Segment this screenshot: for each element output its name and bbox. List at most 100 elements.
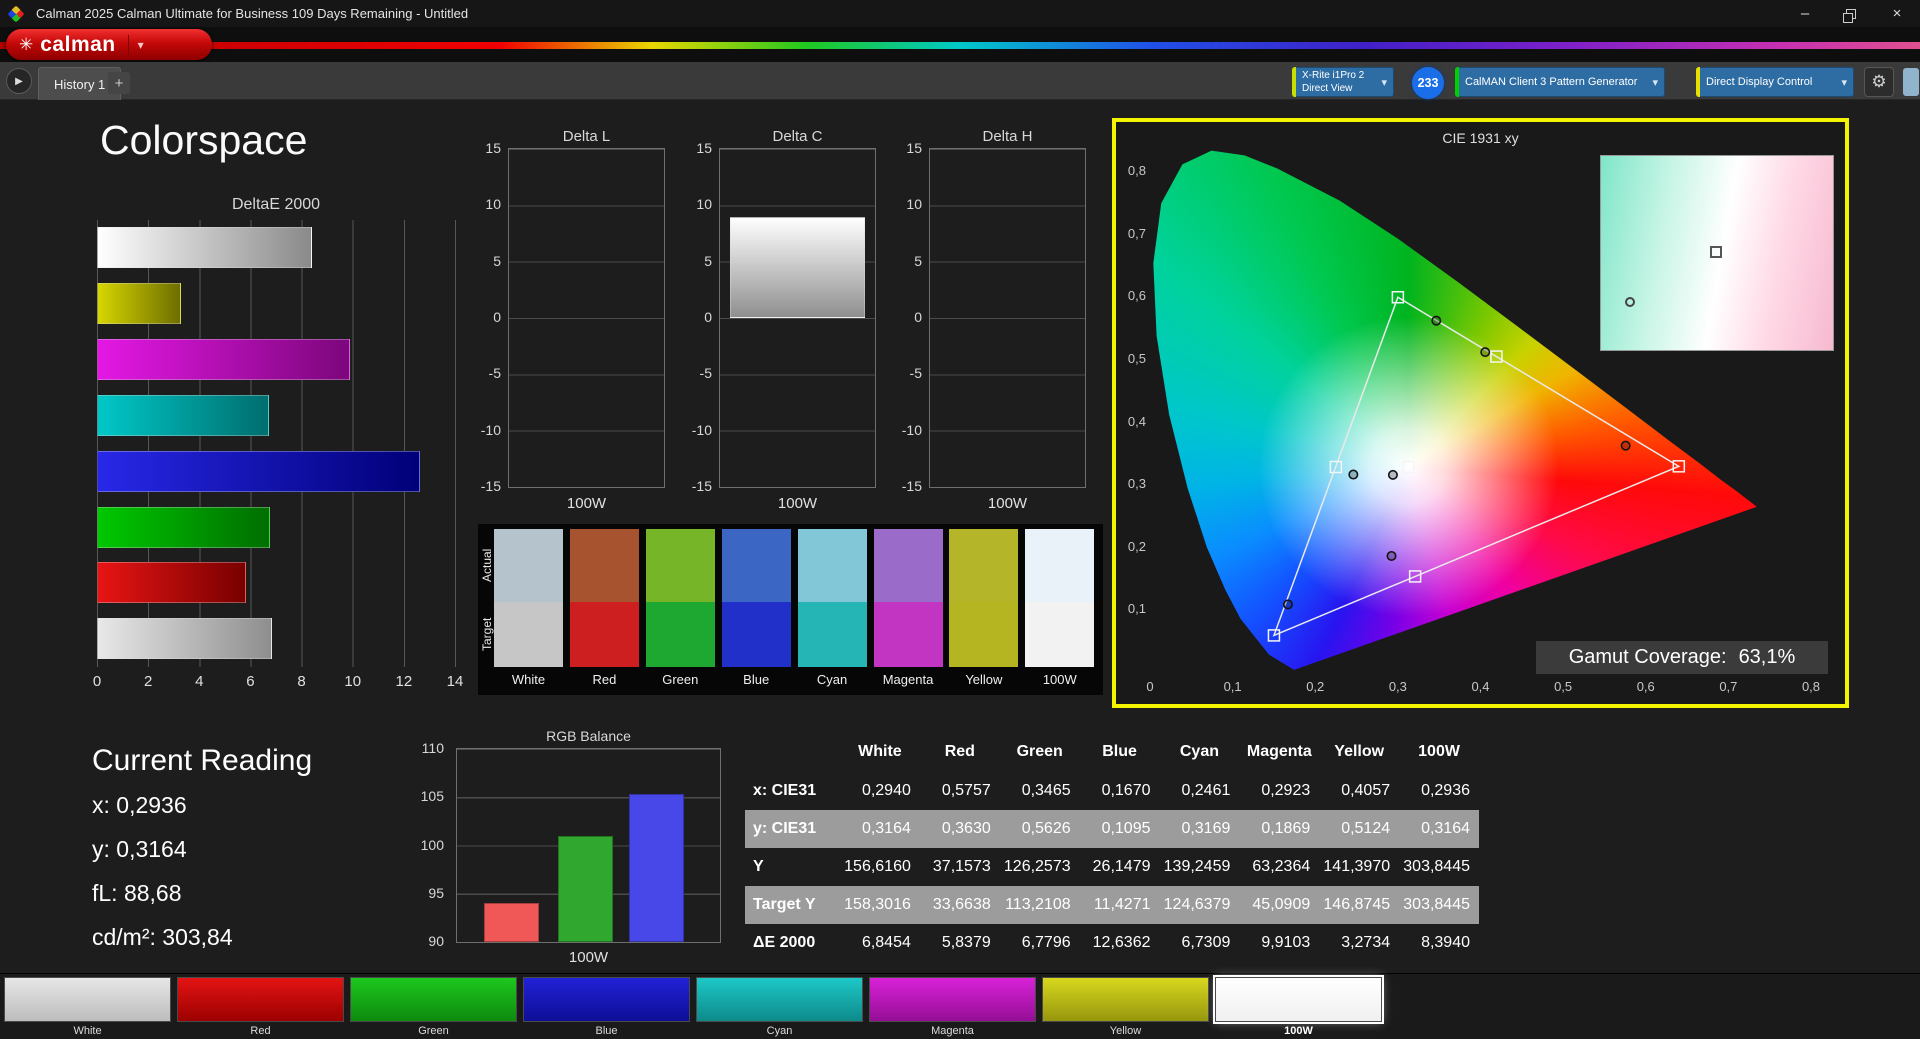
deltae-bar-chart bbox=[97, 220, 456, 667]
calman-logo-text: calman bbox=[40, 33, 115, 57]
actual-swatch bbox=[570, 529, 639, 602]
swatch-label: Blue bbox=[722, 672, 791, 687]
table-cell: 11,4271 bbox=[1080, 896, 1160, 914]
measured-marker bbox=[1621, 441, 1629, 449]
actual-row-label: Actual bbox=[480, 529, 494, 602]
window-title: Calman 2025 Calman Ultimate for Business… bbox=[36, 6, 468, 21]
rgb-balance-xlabel: 100W bbox=[456, 949, 721, 966]
reading-cdm2: cd/m²: 303,84 bbox=[92, 924, 233, 951]
delta-ytick: 0 bbox=[453, 309, 501, 325]
table-header-cell: Magenta bbox=[1239, 743, 1319, 761]
table-cell: 0,3630 bbox=[920, 820, 1000, 838]
swatch-label: Cyan bbox=[798, 672, 867, 687]
table-cell: 126,2573 bbox=[1000, 858, 1080, 876]
table-cell: 0,5124 bbox=[1319, 820, 1399, 838]
deltae-bar-cyan bbox=[97, 395, 269, 436]
pattern-button-magenta[interactable]: Magenta bbox=[869, 977, 1036, 1037]
delta-ytick: 15 bbox=[874, 140, 922, 156]
reading-fl: fL: 88,68 bbox=[92, 880, 182, 907]
table-cell: 6,7796 bbox=[1000, 934, 1080, 952]
table-cell: 8,3940 bbox=[1399, 934, 1479, 952]
table-row-label: Target Y bbox=[745, 896, 840, 914]
chevron-down-icon: ▾ bbox=[1652, 76, 1658, 89]
restore-button[interactable] bbox=[1828, 0, 1874, 27]
minimize-button[interactable]: – bbox=[1782, 0, 1828, 27]
pattern-bar: WhiteRedGreenBlueCyanMagentaYellow100W ▲… bbox=[0, 973, 1920, 1039]
actual-swatch bbox=[722, 529, 791, 602]
table-cell: 0,2936 bbox=[1399, 782, 1479, 800]
swatch-column-magenta: Magenta bbox=[874, 529, 943, 687]
actual-swatch bbox=[949, 529, 1018, 602]
swatch-label: Green bbox=[646, 672, 715, 687]
display-control-name: Direct Display Control bbox=[1706, 76, 1812, 88]
cie-ytick: 0,3 bbox=[1118, 476, 1146, 491]
meter-name: X-Rite i1Pro 2 bbox=[1302, 69, 1364, 82]
target-swatch bbox=[874, 602, 943, 667]
close-button[interactable]: × bbox=[1874, 0, 1920, 27]
restore-icon bbox=[1846, 9, 1856, 19]
rgb-bar-green bbox=[558, 836, 613, 942]
gamut-coverage-value: 63,1% bbox=[1739, 646, 1796, 669]
table-cell: 0,1095 bbox=[1080, 820, 1160, 838]
cie-xtick: 0,6 bbox=[1631, 679, 1661, 694]
gamut-coverage-readout: Gamut Coverage: 63,1% bbox=[1536, 641, 1828, 674]
table-row: Y156,616037,1573126,257326,1479139,24596… bbox=[745, 848, 1479, 886]
pattern-generator-dropdown[interactable]: CalMAN Client 3 Pattern Generator ▾ bbox=[1455, 67, 1665, 97]
cie-chart-title: CIE 1931 xy bbox=[1116, 130, 1845, 146]
cie-ytick: 0,7 bbox=[1118, 226, 1146, 241]
pattern-button-green[interactable]: Green bbox=[350, 977, 517, 1037]
pattern-button-red[interactable]: Red bbox=[177, 977, 344, 1037]
rgb-balance-title: RGB Balance bbox=[456, 728, 721, 744]
table-cell: 3,2734 bbox=[1319, 934, 1399, 952]
delta-c-plot bbox=[719, 148, 876, 488]
target-swatch bbox=[798, 602, 867, 667]
table-cell: 146,8745 bbox=[1319, 896, 1399, 914]
swatch-column-blue: Blue bbox=[722, 529, 791, 687]
chevron-down-icon: ▾ bbox=[138, 38, 144, 52]
delta-h-xlabel: 100W bbox=[929, 495, 1086, 512]
current-reading-title: Current Reading bbox=[92, 744, 312, 778]
delta-c-xlabel: 100W bbox=[719, 495, 876, 512]
pattern-label: White bbox=[4, 1025, 171, 1037]
pattern-button-100w[interactable]: 100W bbox=[1215, 977, 1382, 1037]
cie-xtick: 0,8 bbox=[1796, 679, 1826, 694]
pattern-swatch bbox=[523, 977, 690, 1022]
tab-bar: ▶ History 1 + X-Rite i1Pro 2 Direct View… bbox=[0, 62, 1920, 100]
table-cell: 37,1573 bbox=[920, 858, 1000, 876]
history-panel-button[interactable]: ▶ bbox=[6, 68, 32, 94]
measured-marker bbox=[1349, 470, 1357, 478]
pattern-swatch bbox=[1215, 977, 1382, 1022]
pattern-button-cyan[interactable]: Cyan bbox=[696, 977, 863, 1037]
rgb-ytick: 100 bbox=[398, 837, 444, 853]
actual-target-swatch-panel: ActualTargetWhiteRedGreenBlueCyanMagenta… bbox=[478, 524, 1103, 695]
pattern-button-blue[interactable]: Blue bbox=[523, 977, 690, 1037]
delta-c-chart: Delta C 151050-5-10-15 100W bbox=[664, 128, 876, 512]
add-tab-button[interactable]: + bbox=[108, 72, 130, 94]
swatch-column-red: Red bbox=[570, 529, 639, 687]
settings-gear-button[interactable]: ⚙ bbox=[1864, 67, 1894, 97]
table-header-cell: Cyan bbox=[1160, 743, 1240, 761]
table-header-cell: Blue bbox=[1080, 743, 1160, 761]
table-cell: 0,2461 bbox=[1160, 782, 1240, 800]
delta-l-plot bbox=[508, 148, 665, 488]
pattern-button-white[interactable]: White bbox=[4, 977, 171, 1037]
delta-ytick: 10 bbox=[874, 196, 922, 212]
delta-c-bar bbox=[730, 217, 865, 318]
target-swatch bbox=[494, 602, 563, 667]
table-cell: 63,2364 bbox=[1239, 858, 1319, 876]
deltae-xtick: 12 bbox=[396, 673, 413, 690]
meter-dropdown[interactable]: X-Rite i1Pro 2 Direct View ▾ bbox=[1292, 67, 1394, 97]
rgb-ytick: 95 bbox=[398, 885, 444, 901]
delta-h-plot bbox=[929, 148, 1086, 488]
target-swatch bbox=[646, 602, 715, 667]
pattern-button-yellow[interactable]: Yellow bbox=[1042, 977, 1209, 1037]
header-strip: ✳ calman ▾ bbox=[0, 27, 1920, 62]
delta-ytick: 15 bbox=[453, 140, 501, 156]
deltae-xtick: 8 bbox=[297, 673, 305, 690]
rgb-bar-blue bbox=[629, 794, 684, 942]
deltae-bar-red bbox=[97, 562, 246, 603]
side-panel-handle[interactable] bbox=[1903, 68, 1919, 96]
meter-count-badge[interactable]: 233 bbox=[1412, 67, 1444, 99]
display-control-dropdown[interactable]: Direct Display Control ▾ bbox=[1696, 67, 1854, 97]
calman-menu-button[interactable]: ✳ calman ▾ bbox=[6, 29, 212, 60]
